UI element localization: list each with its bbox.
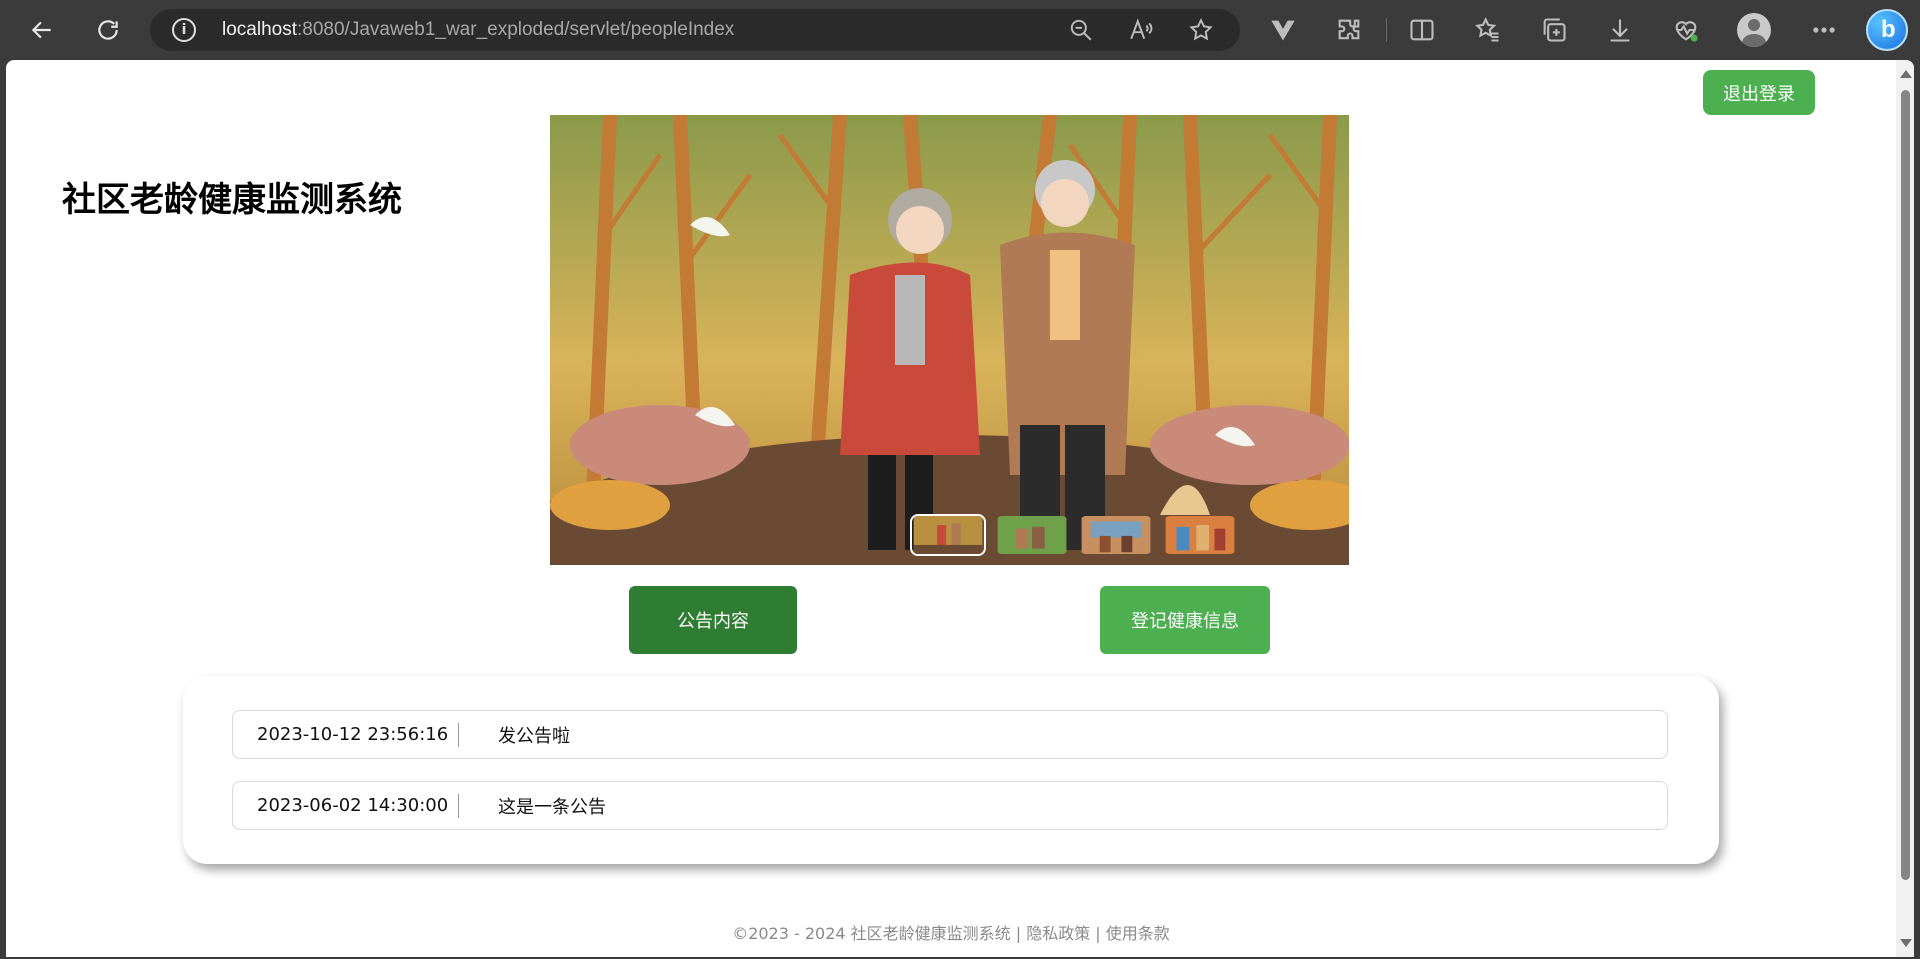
notice-title: 这是一条公告 [498,796,606,818]
back-icon[interactable] [24,12,60,48]
carousel-thumbnail[interactable] [1078,514,1154,556]
notice-item[interactable]: 2023-06-02 14:30:00 这是一条公告 [232,781,1668,830]
favorite-star-icon[interactable] [1188,17,1214,43]
carousel-slide-image [550,115,1349,565]
scroll-up-arrow-icon[interactable] [1900,70,1912,78]
browser-toolbar: i localhost:8080/Javaweb1_war_exploded/s… [0,0,1920,60]
bing-copilot-icon[interactable]: b [1866,9,1908,51]
notice-date: 2023-10-12 23:56:16 [233,722,459,747]
extensions-icon[interactable] [1335,16,1363,44]
carousel-thumbnail[interactable] [994,514,1070,556]
url-text[interactable]: localhost:8080/Javaweb1_war_exploded/ser… [222,19,734,41]
favorites-icon[interactable] [1474,16,1502,44]
browser-essentials-icon[interactable] [1672,16,1700,44]
page-viewport: 退出登录 社区老龄健康监测系统 公告内容 登记健康信息 2023-10-12 2… [6,60,1914,957]
info-icon[interactable]: i [172,18,196,42]
profile-icon[interactable] [1737,13,1771,47]
notice-item[interactable]: 2023-10-12 23:56:16 发公告啦 [232,710,1668,759]
carousel-thumbnail[interactable] [1162,514,1238,556]
zoom-out-icon[interactable] [1068,17,1094,43]
toolbar-divider [1386,18,1387,42]
collections-icon[interactable] [1540,16,1568,44]
notice-title: 发公告啦 [498,725,570,747]
split-screen-icon[interactable] [1408,16,1436,44]
register-health-info-tab[interactable]: 登记健康信息 [1100,586,1270,654]
vertical-scrollbar[interactable] [1896,60,1914,957]
logout-button[interactable]: 退出登录 [1703,70,1815,115]
carousel-thumbnails [910,514,1238,556]
vue-devtools-icon[interactable] [1269,16,1297,44]
page-footer: ©2023 - 2024 社区老龄健康监测系统 | 隐私政策 | 使用条款 [732,924,1170,943]
refresh-icon[interactable] [90,12,126,48]
more-icon[interactable] [1810,16,1838,44]
scroll-down-arrow-icon[interactable] [1900,939,1912,947]
downloads-icon[interactable] [1606,16,1634,44]
notice-date: 2023-06-02 14:30:00 [233,793,459,818]
notice-content-tab[interactable]: 公告内容 [629,586,797,654]
site-title: 社区老龄健康监测系统 [62,180,402,220]
read-aloud-icon[interactable] [1128,17,1154,43]
scrollbar-thumb[interactable] [1901,90,1910,880]
carousel-thumbnail[interactable] [910,514,986,556]
image-carousel[interactable] [550,115,1349,565]
address-bar[interactable]: i localhost:8080/Javaweb1_war_exploded/s… [150,9,1240,51]
notice-list-card: 2023-10-12 23:56:16 发公告啦 2023-06-02 14:3… [183,676,1719,864]
